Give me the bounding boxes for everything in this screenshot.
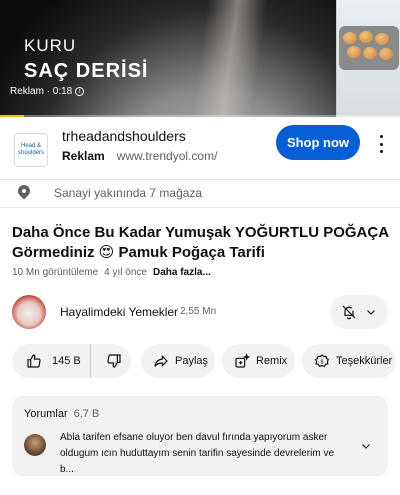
comments-header: Yorumlar 6,7 B: [24, 408, 99, 420]
dislike-button[interactable]: [97, 344, 131, 378]
pastry-bun: [375, 33, 389, 45]
thumbs-down-icon: [106, 353, 122, 369]
svg-text:$: $: [321, 359, 324, 365]
video-player[interactable]: KURU SAÇ DERİSİ Reklam · 0:18 i: [0, 0, 400, 117]
like-button[interactable]: 145 B: [12, 344, 92, 378]
comments-title: Yorumlar: [24, 408, 68, 420]
video-meta[interactable]: 10 Mn görüntüleme 4 yıl önce Daha fazla.…: [12, 267, 211, 278]
comments-count: 6,7 B: [73, 408, 100, 420]
ad-card[interactable]: Head & shoulders trheadandshoulders Rekl…: [0, 117, 400, 179]
share-button[interactable]: Paylaş: [141, 344, 215, 378]
remix-label: Remix: [256, 355, 288, 367]
advertiser-logo: Head & shoulders: [14, 133, 48, 167]
expand-comments-icon[interactable]: [360, 440, 372, 452]
location-pin-icon: [15, 182, 33, 200]
notification-button[interactable]: [330, 295, 388, 329]
pastry-bun: [343, 32, 357, 44]
ad-label: Reklam · 0:18: [10, 86, 73, 97]
video-title[interactable]: Daha Önce Bu Kadar Yumuşak YOĞURTLU POĞA…: [12, 223, 392, 263]
thanks-button[interactable]: $ Teşekkürler: [302, 344, 396, 378]
kebab-menu-icon[interactable]: [376, 135, 386, 153]
inset-pastry-image: [336, 0, 400, 117]
ad-timer: Reklam · 0:18 i: [10, 86, 85, 97]
thanks-icon: $: [314, 353, 330, 369]
store-location-row[interactable]: Sanayi yakınında 7 mağaza: [0, 179, 400, 207]
ad-tag: Reklam: [62, 149, 105, 163]
remix-button[interactable]: Remix: [222, 344, 295, 378]
more-link[interactable]: Daha fazla...: [153, 267, 211, 278]
thanks-label: Teşekkürler: [336, 355, 393, 367]
info-icon[interactable]: i: [75, 87, 85, 96]
baking-tray: [339, 26, 399, 70]
like-dislike-chip: 145 B: [12, 344, 131, 378]
upload-age: 4 yıl önce: [104, 267, 147, 278]
advertiser-name[interactable]: trheadandshoulders: [62, 128, 186, 144]
store-location-text: Sanayi yakınında 7 mağaza: [54, 186, 203, 200]
ad-info-row: Reklam www.trendyol.com/: [62, 149, 217, 163]
pastry-bun: [379, 48, 393, 60]
comments-section[interactable]: Yorumlar 6,7 B Abla tarifen efsane oluyo…: [12, 396, 388, 476]
commenter-avatar: [24, 434, 46, 456]
chevron-down-icon: [365, 306, 377, 318]
share-label: Paylaş: [175, 355, 209, 367]
like-count: 145 B: [52, 355, 81, 367]
ad-url[interactable]: www.trendyol.com/: [117, 149, 218, 163]
ad-overlay-text-line1: KURU: [24, 36, 77, 55]
remix-icon: [234, 353, 250, 369]
channel-avatar[interactable]: [12, 295, 46, 329]
divider: [0, 207, 400, 208]
channel-name[interactable]: Hayalimdeki Yemekler: [60, 305, 178, 319]
pastry-bun: [347, 46, 361, 58]
view-count: 10 Mn görüntüleme: [12, 267, 99, 278]
ad-overlay-text-line2: SAÇ DERİSİ: [24, 60, 149, 82]
pastry-bun: [363, 47, 377, 59]
advertiser-logo-text: Head & shoulders: [17, 143, 44, 156]
pastry-bun: [359, 31, 373, 43]
share-icon: [153, 353, 169, 369]
thumbs-up-icon: [26, 353, 42, 369]
bell-off-icon: [341, 304, 357, 320]
subscriber-count: 2,55 Mn: [180, 306, 217, 317]
top-comment-text: Abla tarifen efsane oluyor ben davul fır…: [60, 432, 335, 475]
shop-now-button[interactable]: Shop now: [276, 125, 360, 160]
